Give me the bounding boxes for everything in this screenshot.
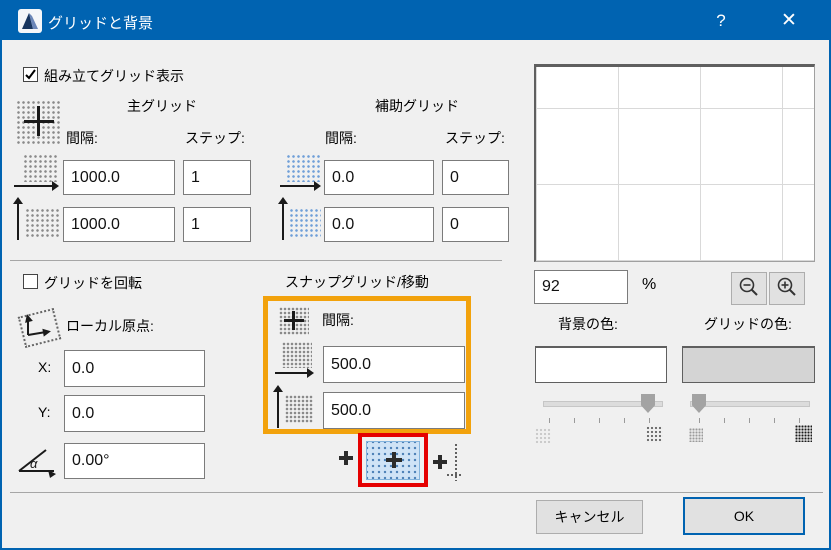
magnifier-minus-icon	[739, 277, 758, 296]
snap-grid-title: スナップグリッド/移動	[285, 274, 429, 290]
x-label: X:	[38, 359, 52, 375]
light-grid-icon	[689, 428, 703, 442]
dark-dots-icon	[646, 426, 663, 443]
preview-zoom-input[interactable]	[534, 270, 628, 304]
aux-step-label: ステップ:	[445, 130, 505, 146]
origin-y-input[interactable]	[64, 395, 205, 432]
main-step-label: ステップ:	[185, 130, 245, 146]
app-logo-icon	[18, 9, 42, 33]
grid-color-swatch[interactable]	[682, 346, 815, 383]
origin-x-input[interactable]	[64, 350, 205, 387]
aux-vertical-grid-icon	[278, 197, 324, 242]
grid-background-dialog: グリッドと背景 ? ✕ 組み立てグリッド表示 主グリッド 間隔: ステップ: 補…	[0, 0, 831, 550]
magnifier-plus-icon	[777, 277, 796, 296]
main-spacing-label: 間隔:	[66, 130, 98, 146]
zoom-in-button[interactable]	[769, 272, 805, 305]
light-dots-icon	[535, 428, 551, 443]
grid-preview	[534, 64, 815, 262]
help-button[interactable]: ?	[704, 8, 738, 34]
local-origin-icon	[16, 305, 62, 349]
local-origin-label: ローカル原点:	[66, 318, 154, 334]
title-bar[interactable]: グリッドと背景 ? ✕	[2, 2, 829, 40]
section-divider	[10, 260, 502, 261]
red-highlight-box	[358, 433, 428, 487]
show-grid-label: 組み立てグリッド表示	[44, 68, 184, 84]
ok-button[interactable]: OK	[683, 497, 805, 535]
horizontal-grid-icon	[14, 154, 62, 196]
main-v-step-input[interactable]	[183, 207, 251, 242]
footer-divider	[10, 492, 823, 493]
grid-slider-thumb[interactable]	[692, 394, 706, 413]
percent-label: %	[642, 276, 657, 293]
aux-grid-title: 補助グリッド	[375, 98, 459, 114]
window-title: グリッドと背景	[48, 15, 154, 32]
main-grid-title: 主グリッド	[127, 98, 197, 114]
main-grid-icon	[16, 100, 62, 144]
rotate-grid-label: グリッドを回転	[44, 275, 142, 291]
vertical-grid-icon	[13, 197, 62, 242]
angle-input[interactable]	[64, 443, 205, 479]
grid-color-label: グリッドの色:	[704, 316, 792, 332]
grid-slider-track[interactable]	[690, 401, 810, 407]
main-h-step-input[interactable]	[183, 160, 251, 195]
zoom-out-button[interactable]	[731, 272, 767, 305]
background-color-label: 背景の色:	[558, 316, 618, 332]
checkmark-icon	[25, 69, 36, 80]
rotate-grid-checkbox[interactable]	[23, 274, 38, 289]
cancel-button[interactable]: キャンセル	[536, 500, 643, 534]
aux-v-spacing-input[interactable]	[324, 207, 434, 242]
aux-spacing-label: 間隔:	[325, 130, 357, 146]
aux-horizontal-grid-icon	[280, 154, 324, 196]
background-slider-thumb[interactable]	[641, 394, 655, 413]
angle-icon: α	[16, 442, 60, 478]
aux-h-spacing-input[interactable]	[324, 160, 434, 195]
snap-mode-offset-button[interactable]	[432, 443, 462, 481]
main-v-spacing-input[interactable]	[63, 207, 175, 242]
y-label: Y:	[38, 404, 51, 420]
main-h-spacing-input[interactable]	[63, 160, 175, 195]
snap-mode-off-button[interactable]	[338, 450, 354, 466]
orange-highlight-box	[263, 296, 471, 434]
aux-h-step-input[interactable]	[442, 160, 509, 195]
background-color-swatch[interactable]	[535, 346, 667, 383]
svg-text:α: α	[30, 456, 38, 471]
aux-v-step-input[interactable]	[442, 207, 509, 242]
close-button[interactable]: ✕	[772, 8, 806, 34]
show-grid-checkbox[interactable]	[23, 67, 38, 82]
dark-grid-icon	[795, 425, 812, 442]
